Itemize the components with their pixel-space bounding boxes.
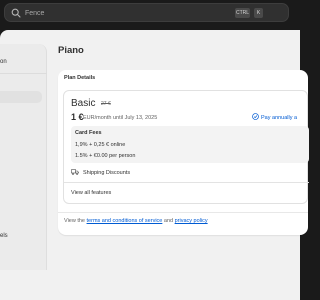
plan-box: Basic 27 € 1 € EUR/month until July 13, … [63, 90, 309, 204]
legal-footer: View the terms and conditions of service… [64, 218, 208, 224]
shortcut-k-key: K [254, 8, 263, 18]
footer-prefix: View the [64, 218, 85, 224]
sidebar-item-top[interactable]: on [0, 59, 7, 65]
current-price: 1 € [71, 112, 84, 122]
view-all-features-link[interactable]: View all features [71, 190, 111, 196]
truck-icon [71, 169, 79, 175]
search-bar[interactable]: CTRL K [4, 3, 289, 22]
old-price: 27 € [101, 101, 111, 107]
shortcut-ctrl-key: CTRL [235, 8, 250, 18]
footer-conjunction: and [163, 218, 174, 224]
top-bar: CTRL K [0, 0, 300, 26]
card-fees-title: Card Fees [75, 130, 102, 136]
search-icon [11, 8, 21, 18]
shipping-label: Shipping Discounts [83, 170, 131, 176]
card-divider [58, 212, 308, 213]
terms-link[interactable]: terms and conditions of service [87, 218, 163, 224]
sidebar-item-active[interactable] [0, 91, 42, 103]
recurring-icon [252, 113, 259, 120]
card-fees-box: Card Fees 1,9% + 0,25 € online 1.5% + €0… [71, 126, 309, 163]
pay-annually-link[interactable]: Pay annually a [252, 113, 297, 121]
privacy-policy-link[interactable]: privacy policy [175, 218, 208, 224]
plan-details-card: Plan Details Basic 27 € 1 € EUR/month un… [58, 70, 309, 235]
shipping-discounts-row: Shipping Discounts [71, 169, 130, 176]
price-note: EUR/month until July 13, 2025 [83, 115, 158, 121]
sidebar-divider [0, 73, 47, 74]
card-fee-in-person: 1.5% + €0.00 per person [75, 153, 136, 159]
card-fee-online: 1,9% + 0,25 € online [75, 142, 126, 148]
sidebar: on els [0, 44, 47, 270]
search-input[interactable] [25, 6, 225, 20]
section-title: Plan Details [64, 75, 96, 81]
plan-name: Basic [71, 98, 96, 109]
pay-annually-label: Pay annually a [261, 115, 298, 121]
plan-divider [64, 182, 309, 183]
sidebar-item-bottom[interactable]: els [0, 233, 8, 239]
page-title: Piano [58, 45, 84, 56]
